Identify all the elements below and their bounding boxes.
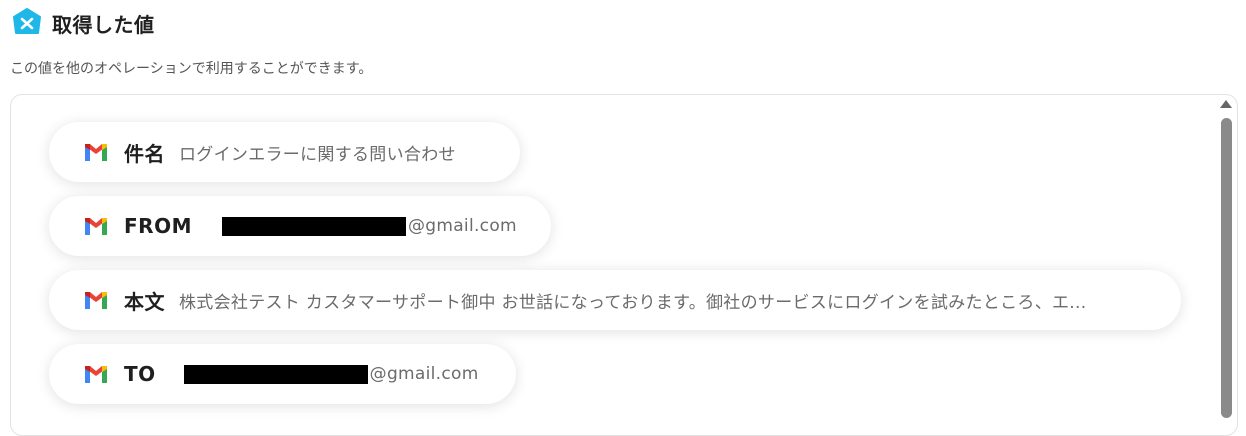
row-label: 本文 [124,289,165,314]
gmail-icon [85,292,107,309]
row-label: TO [124,362,156,386]
scroll-up-arrow[interactable] [1220,100,1232,108]
gmail-icon [85,218,107,235]
redacted-value [183,364,368,384]
value-row-subject[interactable]: 件名 ログインエラーに関する問い合わせ [49,122,520,182]
value-row-from[interactable]: FROM @gmail.com [49,196,551,256]
value-row-body[interactable]: 本文 株式会社テスト カスタマーサポート御中 お世話になっております。御社のサー… [49,270,1181,330]
values-panel: 件名 ログインエラーに関する問い合わせ FROM @gmail.com 本文 株… [10,94,1238,436]
row-value: ログインエラーに関する問い合わせ [179,144,456,165]
redacted-value [221,216,406,236]
row-label: FROM [124,214,192,238]
value-row-to[interactable]: TO @gmail.com [49,344,516,404]
row-value: 株式会社テスト カスタマーサポート御中 お世話になっております。御社のサービスに… [179,292,1087,313]
row-label: 件名 [124,141,165,166]
gmail-icon [85,144,107,161]
section-description: この値を他のオペレーションで利用することができます。 [10,61,373,77]
scrollbar-thumb[interactable] [1221,118,1232,418]
section-title: 取得した値 [52,12,155,37]
row-value-suffix: @gmail.com [369,364,479,384]
app-logo-icon [13,8,41,34]
section-header: 取得した値 [12,6,155,40]
gmail-icon [85,366,107,383]
row-value-suffix: @gmail.com [407,216,517,236]
